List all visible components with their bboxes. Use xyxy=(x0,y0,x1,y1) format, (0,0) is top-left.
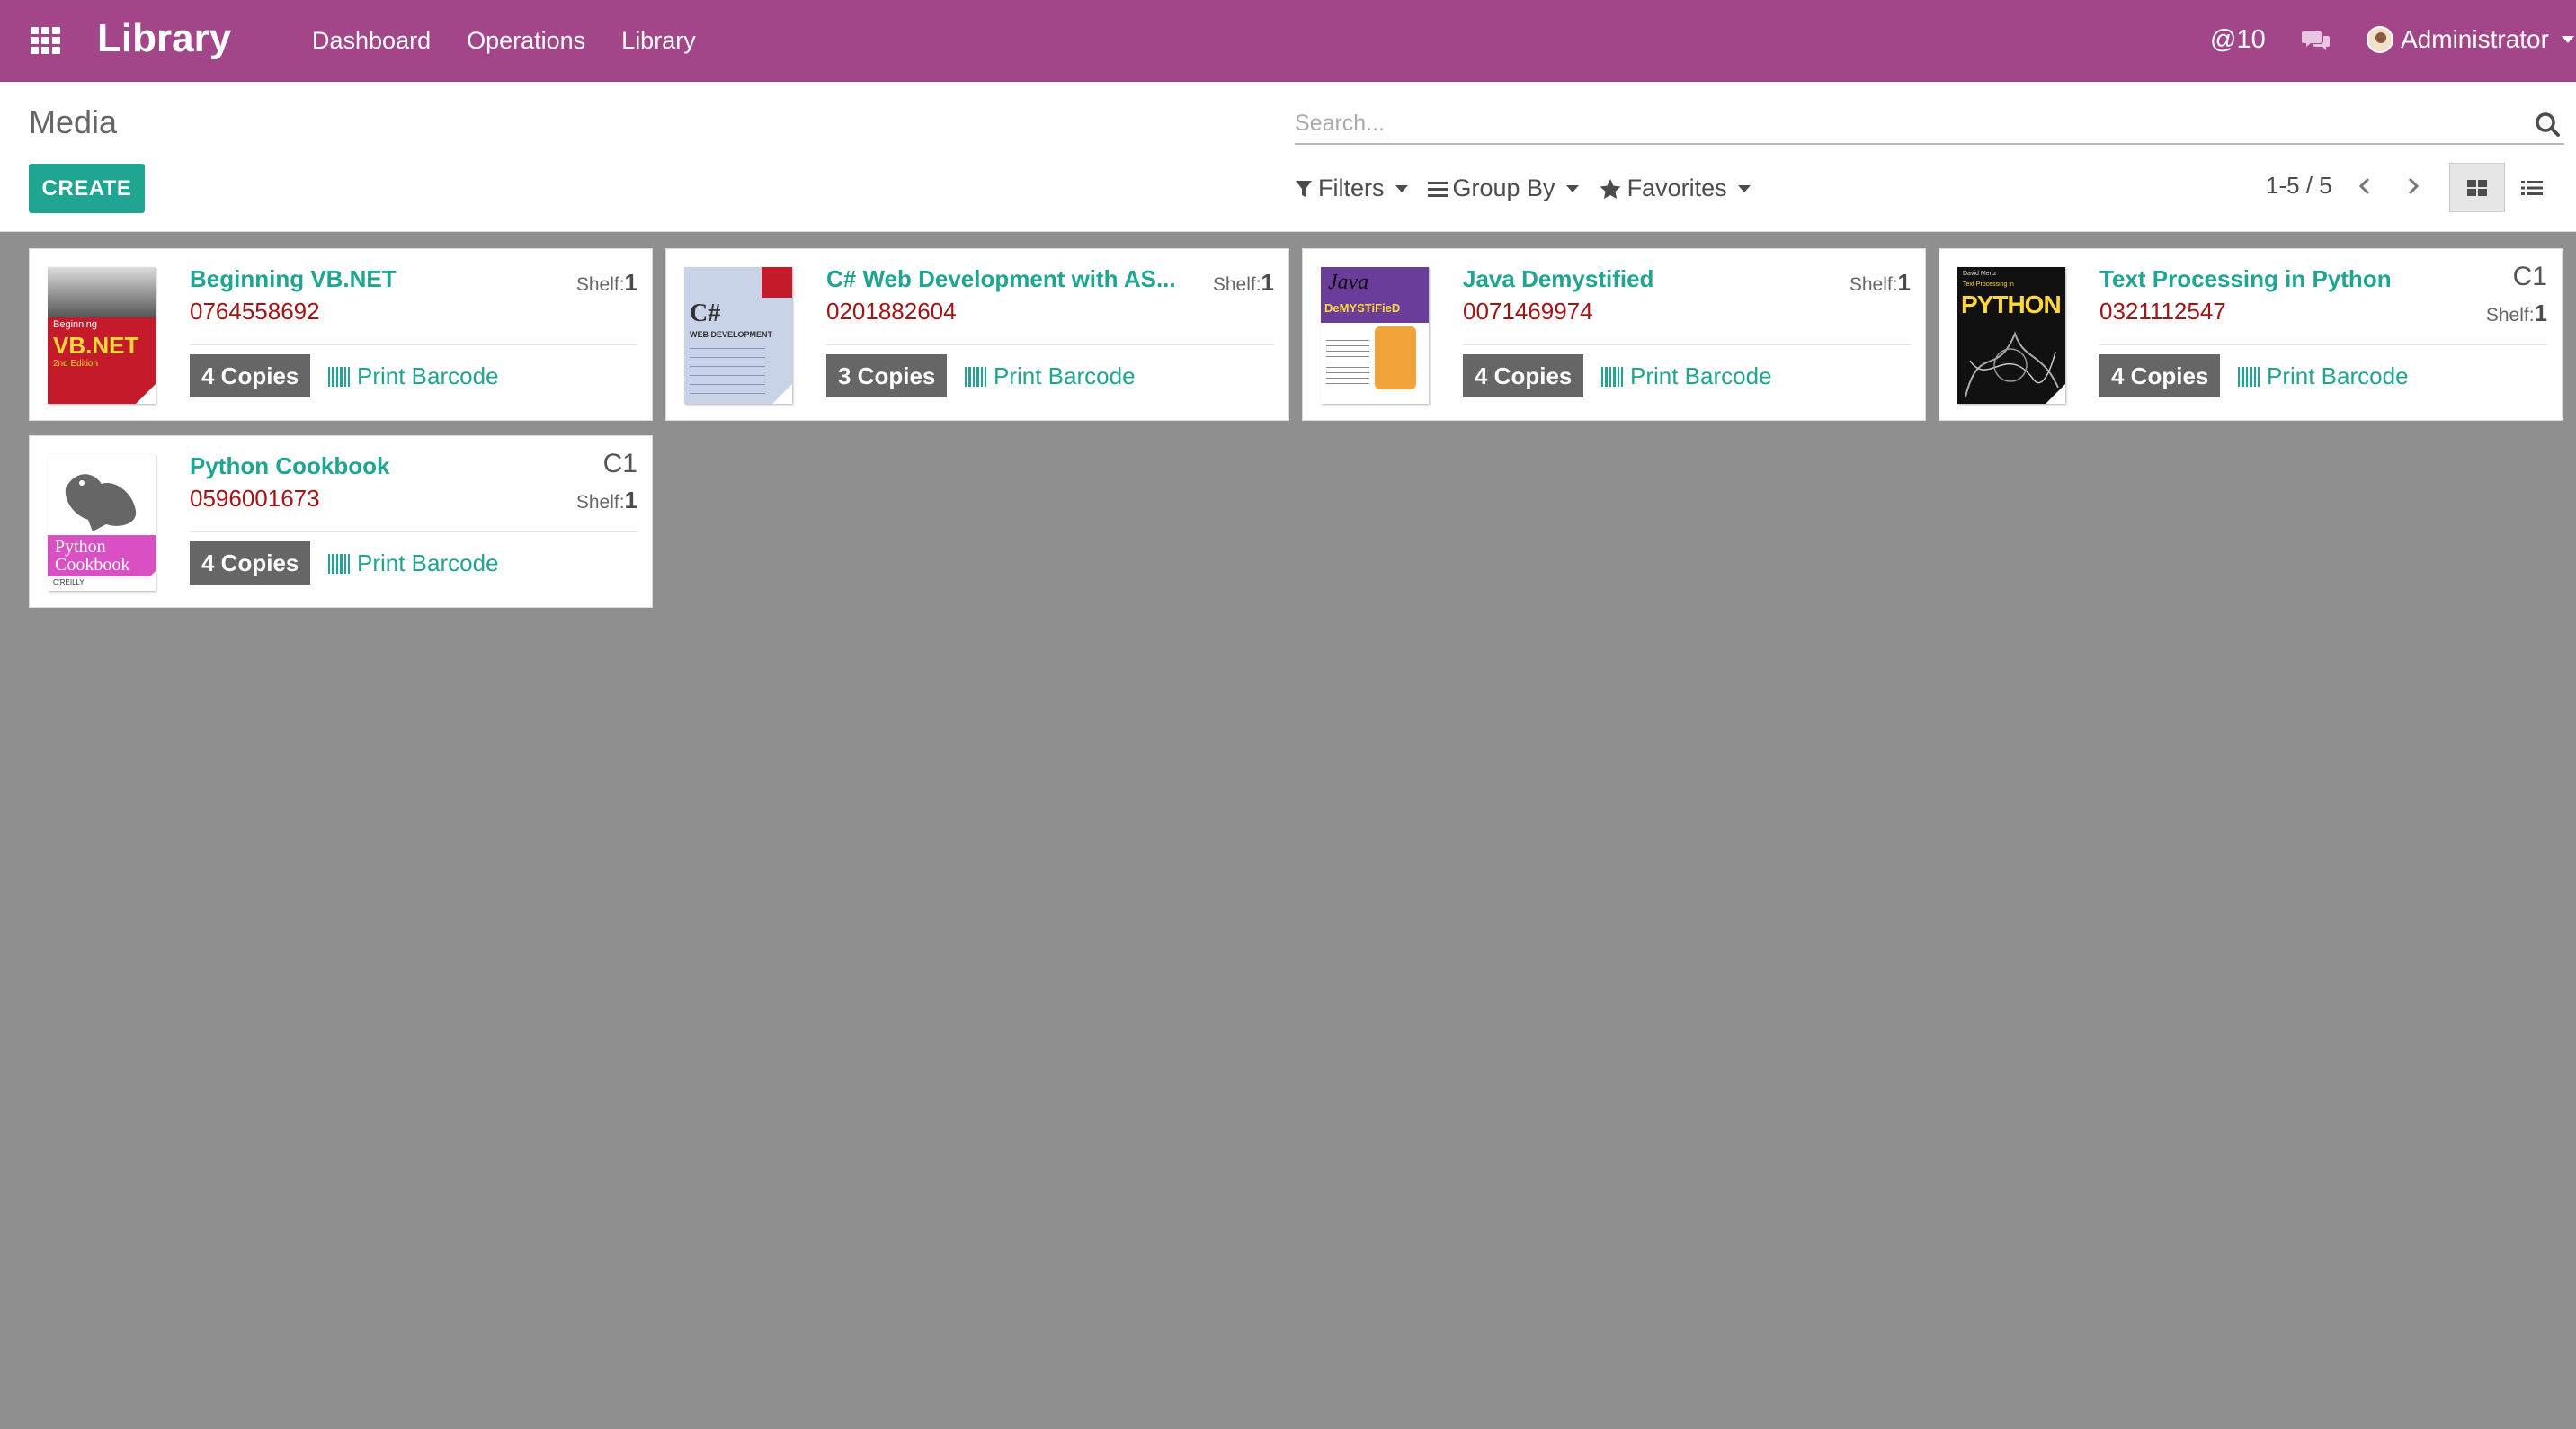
location-code: C1 xyxy=(602,449,637,478)
book-cover-image: Java DeMYSTiFieD xyxy=(1321,267,1429,404)
search-bar xyxy=(1295,105,2564,145)
chevron-down-icon xyxy=(1565,184,1579,192)
print-barcode-label: Print Barcode xyxy=(357,549,499,576)
book-card[interactable]: Beginning VB.NET 2nd Edition Beginning V… xyxy=(29,248,653,421)
chat-icon[interactable] xyxy=(2302,29,2331,52)
barcode-icon xyxy=(2238,366,2260,387)
favorites-dropdown[interactable]: Favorites xyxy=(1599,174,1751,202)
print-barcode-label: Print Barcode xyxy=(2267,362,2409,389)
book-isbn: 0321112547 xyxy=(2099,298,2226,325)
book-cover-image: C# WEB DEVELOPMENT xyxy=(684,267,792,404)
book-cover-image: David Mertz Text Processing in PYTHON xyxy=(1957,267,2065,404)
pager-value[interactable]: 1-5 / 5 xyxy=(2266,172,2332,200)
chevron-down-icon xyxy=(1737,184,1751,192)
divider xyxy=(190,344,637,345)
filters-dropdown[interactable]: Filters xyxy=(1295,174,1408,202)
groupby-label: Group By xyxy=(1452,174,1555,201)
book-title[interactable]: C# Web Development with AS... xyxy=(826,265,1213,293)
book-cover-image: Python Cookbook O'REILLY xyxy=(48,454,156,591)
mentions-counter[interactable]: @10 xyxy=(2210,25,2266,55)
pager-next-button[interactable] xyxy=(2395,168,2431,204)
search-options: Filters Group By Favorites xyxy=(1295,174,1751,202)
star-icon xyxy=(1600,178,1621,199)
print-barcode-button[interactable]: Print Barcode xyxy=(1601,362,1772,390)
divider xyxy=(2099,344,2547,345)
kanban-view-button[interactable] xyxy=(2449,163,2505,212)
filter-icon xyxy=(1296,180,1312,197)
book-title[interactable]: Java Demystified xyxy=(1463,265,1850,293)
book-card[interactable]: Python Cookbook O'REILLY Python Cookbook… xyxy=(29,435,653,608)
shelf-label: Shelf:1 xyxy=(2485,299,2547,326)
breadcrumb: Media xyxy=(29,103,118,140)
barcode-icon xyxy=(965,366,986,387)
divider xyxy=(190,531,637,532)
book-card[interactable]: David Mertz Text Processing in PYTHON Te… xyxy=(1939,248,2563,421)
book-isbn: 0201882604 xyxy=(826,298,957,325)
book-isbn: 0071469974 xyxy=(1463,298,1593,325)
book-card[interactable]: Java DeMYSTiFieD Java Demystified 007146… xyxy=(1302,248,1926,421)
menu-library[interactable]: Library xyxy=(621,27,696,55)
chevron-down-icon xyxy=(2561,36,2574,43)
favorites-label: Favorites xyxy=(1627,174,1727,201)
top-navbar: Library Dashboard Operations Library @10… xyxy=(0,0,2576,82)
copies-badge: 4 Copies xyxy=(1463,354,1584,397)
menu-operations[interactable]: Operations xyxy=(467,27,585,55)
book-card[interactable]: C# WEB DEVELOPMENT C# Web Development wi… xyxy=(665,248,1289,421)
user-name: Administrator xyxy=(2401,25,2549,53)
book-title[interactable]: Beginning VB.NET xyxy=(190,265,576,293)
print-barcode-label: Print Barcode xyxy=(1630,362,1772,389)
print-barcode-button[interactable]: Print Barcode xyxy=(965,362,1136,390)
list-bars-icon xyxy=(1427,181,1448,197)
pager-previous-button[interactable] xyxy=(2347,168,2383,204)
book-isbn: 0596001673 xyxy=(190,485,320,512)
barcode-icon xyxy=(328,553,350,574)
user-menu[interactable]: Administrator xyxy=(2367,25,2574,54)
shelf-label: Shelf:1 xyxy=(575,487,637,514)
divider xyxy=(826,344,1274,345)
chevron-left-icon xyxy=(2358,177,2370,195)
print-barcode-label: Print Barcode xyxy=(994,362,1136,389)
search-icon[interactable] xyxy=(2534,111,2561,138)
copies-badge: 4 Copies xyxy=(190,354,311,397)
chevron-right-icon xyxy=(2408,177,2420,195)
menu-dashboard[interactable]: Dashboard xyxy=(312,27,431,55)
shelf-label: Shelf:1 xyxy=(1212,269,1274,296)
copies-badge: 4 Copies xyxy=(2099,354,2221,397)
chevron-down-icon xyxy=(1395,184,1408,192)
list-icon xyxy=(2521,180,2543,195)
control-panel: Media CREATE Filters Group By Favorites … xyxy=(0,82,2576,232)
apps-grid-icon[interactable] xyxy=(31,27,61,54)
book-title[interactable]: Python Cookbook xyxy=(190,452,576,480)
search-input[interactable] xyxy=(1295,105,2500,141)
barcode-icon xyxy=(328,366,350,387)
print-barcode-button[interactable]: Print Barcode xyxy=(328,549,499,577)
copies-badge: 4 Copies xyxy=(190,541,311,585)
book-title[interactable]: Text Processing in Python xyxy=(2099,265,2486,293)
mentions-count: @10 xyxy=(2210,25,2266,54)
location-code: C1 xyxy=(2512,262,2547,291)
shelf-label: Shelf:1 xyxy=(1849,269,1911,296)
copies-badge: 3 Copies xyxy=(826,354,948,397)
app-title: Library xyxy=(97,16,232,60)
book-cover-image: Beginning VB.NET 2nd Edition xyxy=(48,267,156,404)
print-barcode-button[interactable]: Print Barcode xyxy=(328,362,499,390)
divider xyxy=(1463,344,1911,345)
avatar xyxy=(2367,26,2393,53)
list-view-button[interactable] xyxy=(2505,163,2559,212)
kanban-grid-icon xyxy=(2467,179,2487,196)
book-isbn: 0764558692 xyxy=(190,298,320,325)
filters-label: Filters xyxy=(1318,174,1385,201)
barcode-icon xyxy=(1601,366,1623,387)
print-barcode-label: Print Barcode xyxy=(357,362,499,389)
print-barcode-button[interactable]: Print Barcode xyxy=(2238,362,2409,390)
create-button[interactable]: CREATE xyxy=(29,164,145,213)
groupby-dropdown[interactable]: Group By xyxy=(1427,174,1579,202)
shelf-label: Shelf:1 xyxy=(575,269,637,296)
main-menu: Dashboard Operations Library xyxy=(312,27,696,55)
